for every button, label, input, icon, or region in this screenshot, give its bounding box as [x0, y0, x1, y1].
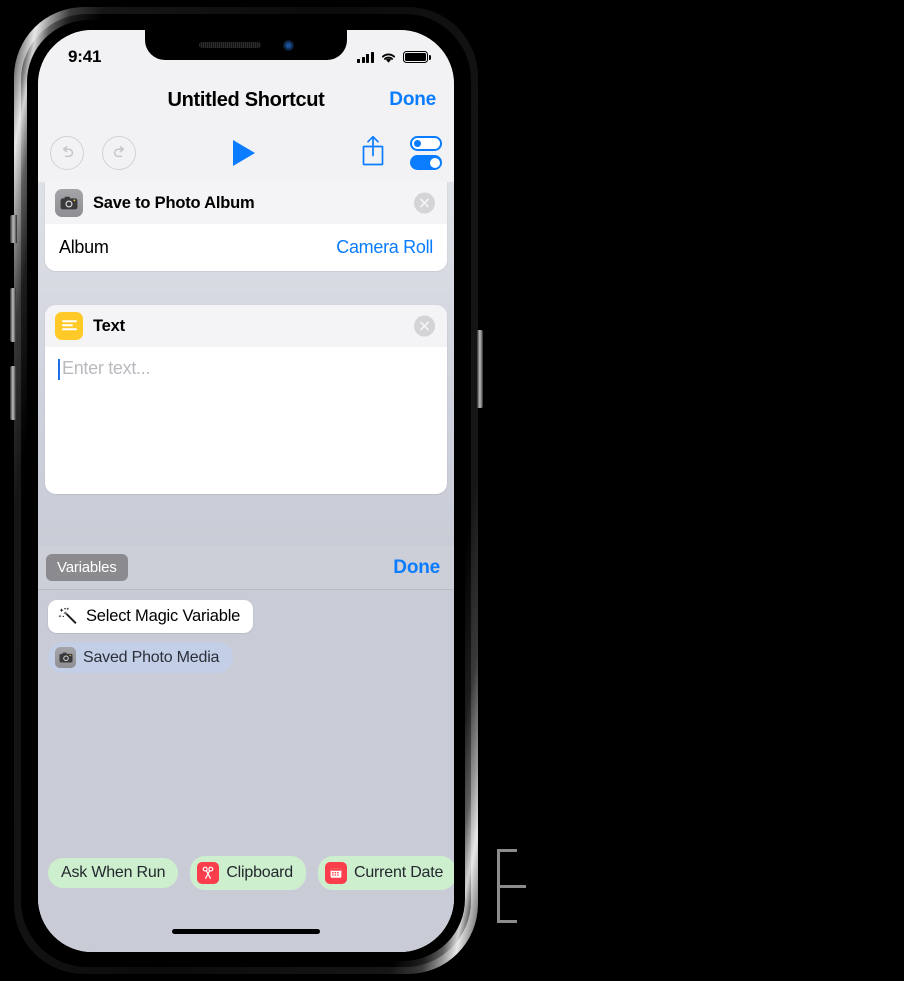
variables-toolbar: Variables Done	[38, 546, 454, 590]
undo-arrow-icon	[50, 136, 84, 170]
navigation-bar: Untitled Shortcut Done	[38, 76, 454, 124]
earpiece-speaker-icon	[198, 42, 261, 48]
variables-done-button[interactable]: Done	[393, 557, 440, 579]
actions-list: Save to Photo Album Album Camera Roll Te…	[38, 182, 454, 546]
power-button[interactable]	[477, 330, 483, 408]
callout-bracket	[489, 849, 529, 923]
shortcut-settings-button[interactable]	[410, 136, 442, 170]
action-header[interactable]: Save to Photo Album	[45, 182, 447, 224]
play-triangle-icon	[233, 140, 255, 166]
camera-icon	[55, 189, 83, 217]
share-button[interactable]	[360, 135, 386, 172]
text-caret	[58, 359, 60, 380]
volume-down-button[interactable]	[10, 366, 16, 420]
action-parameter-row-album[interactable]: Album Camera Roll	[45, 224, 447, 271]
cellular-signal-icon	[356, 51, 374, 63]
variables-panel: Variables Done Select Magic Variable Sav…	[38, 546, 454, 952]
nav-done-button[interactable]: Done	[389, 89, 436, 111]
chip-ask-when-run[interactable]: Ask When Run	[48, 858, 179, 888]
action-title: Text	[93, 316, 125, 335]
chip-current-date[interactable]: Current Date	[318, 856, 454, 890]
shortcut-editor-content: Save to Photo Album Album Camera Roll Te…	[38, 182, 454, 952]
battery-icon	[403, 51, 431, 63]
phone-screen: 9:41 Untitled Shortcut Done Save to Phot…	[38, 30, 454, 952]
volume-up-button[interactable]	[10, 288, 16, 342]
text-placeholder: Enter text...	[62, 358, 151, 378]
chip-label: Clipboard	[226, 864, 293, 881]
chip-label: Ask When Run	[61, 864, 166, 881]
camera-icon	[55, 647, 76, 668]
front-camera-icon	[282, 39, 294, 51]
variable-pill-label: Saved Photo Media	[83, 648, 220, 666]
action-header[interactable]: Text	[45, 305, 447, 347]
scissors-icon	[197, 862, 220, 884]
close-circle-icon[interactable]	[414, 315, 435, 337]
redo-button[interactable]	[102, 136, 136, 170]
undo-button[interactable]	[50, 136, 84, 170]
share-up-arrow-icon	[362, 135, 384, 166]
text-lines-icon	[55, 312, 83, 340]
variables-list: Select Magic Variable Saved Photo Media	[38, 590, 454, 673]
run-shortcut-button[interactable]	[233, 140, 255, 166]
wifi-icon	[381, 52, 396, 63]
calendar-icon	[325, 862, 347, 884]
home-indicator[interactable]	[172, 929, 320, 934]
close-circle-icon[interactable]	[414, 192, 435, 214]
variable-pill-saved-photo-media[interactable]: Saved Photo Media	[48, 642, 234, 673]
redo-arrow-icon	[102, 136, 136, 170]
select-magic-variable-button[interactable]: Select Magic Variable	[48, 600, 254, 633]
magic-variable-label: Select Magic Variable	[86, 607, 241, 625]
screenshot-root: 9:41 Untitled Shortcut Done Save to Phot…	[0, 0, 904, 981]
action-card-text[interactable]: Text Enter text...	[45, 305, 447, 494]
parameter-label: Album	[59, 237, 109, 257]
page-title: Untitled Shortcut	[167, 88, 325, 111]
parameter-value[interactable]: Camera Roll	[336, 237, 433, 258]
status-indicators	[356, 51, 431, 64]
action-card-save-to-photo-album[interactable]: Save to Photo Album Album Camera Roll	[45, 182, 447, 271]
text-input-area[interactable]: Enter text...	[45, 347, 447, 494]
magic-wand-icon	[58, 607, 77, 624]
mute-switch-button[interactable]	[10, 215, 17, 243]
status-time: 9:41	[68, 47, 102, 66]
chip-label: Current Date	[354, 864, 444, 881]
variables-toggle-button[interactable]: Variables	[46, 554, 128, 581]
action-title: Save to Photo Album	[93, 193, 255, 212]
suggestion-chip-bar[interactable]: Ask When Run Clipboard Current Date	[38, 852, 454, 894]
settings-toggles-icon	[410, 136, 442, 170]
editor-toolbar	[38, 124, 454, 182]
chip-clipboard[interactable]: Clipboard	[190, 856, 306, 890]
device-notch	[145, 30, 347, 60]
